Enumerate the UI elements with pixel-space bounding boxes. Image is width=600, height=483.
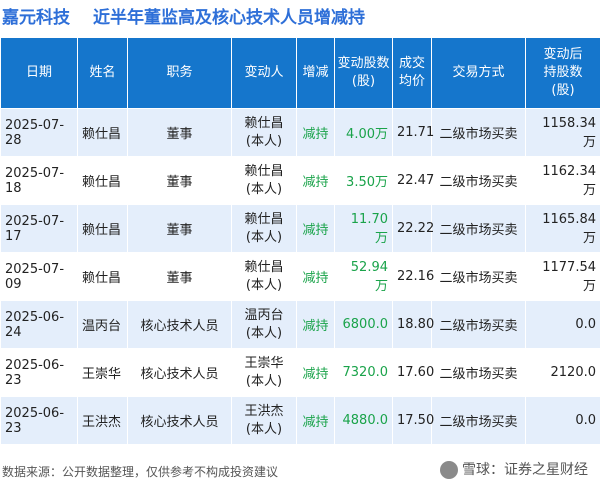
cell-price: 17.60	[392, 348, 434, 397]
insider-trading-table: 日期 姓名 职务 变动人 增减 变动股数 (股) 成交 均价 交易方式 变动后 持股数…	[0, 37, 600, 445]
cell-name: 赖仕昌	[77, 204, 128, 253]
cell-shares: 11.70万	[334, 204, 393, 253]
page-title: 嘉元科技 近半年董监高及核心技术人员增减持	[0, 0, 600, 36]
cell-method: 二级市场买卖	[431, 252, 526, 301]
cell-action: 减持	[296, 252, 335, 301]
cell-after-holdings: 0.0	[525, 300, 600, 349]
cell-changer: 王洪杰 (本人)	[231, 396, 297, 445]
snowball-icon	[440, 461, 458, 479]
cell-role: 董事	[127, 108, 232, 157]
cell-shares: 4.00万	[334, 108, 393, 157]
brand-text: 雪球：证券之星财经	[462, 462, 588, 478]
cell-action: 减持	[296, 396, 335, 445]
brand-logo: 雪球：证券之星财经	[440, 459, 588, 479]
cell-date: 2025-06-24	[0, 300, 78, 349]
cell-after-holdings: 1165.84万	[525, 204, 600, 253]
cell-name: 赖仕昌	[77, 156, 128, 205]
cell-changer: 赖仕昌 (本人)	[231, 108, 297, 157]
cell-name: 王洪杰	[77, 396, 128, 445]
cell-changer: 赖仕昌 (本人)	[231, 204, 297, 253]
cell-method: 二级市场买卖	[431, 204, 526, 253]
cell-changer: 王崇华 (本人)	[231, 348, 297, 397]
company-name: 嘉元科技	[2, 8, 70, 28]
cell-action: 减持	[296, 108, 335, 157]
cell-price: 18.80	[392, 300, 434, 349]
cell-price: 22.16	[392, 252, 434, 301]
cell-name: 赖仕昌	[77, 252, 128, 301]
data-source-note: 数据来源：公开数据整理，仅供参考不构成投资建议	[2, 465, 279, 479]
cell-after-holdings: 1162.34万	[525, 156, 600, 205]
cell-method: 二级市场买卖	[431, 348, 526, 397]
cell-date: 2025-07-17	[0, 204, 78, 253]
table-row: 2025-06-23 王洪杰 核心技术人员 王洪杰 (本人) 减持 4880.0 17.50 二…	[0, 396, 600, 445]
cell-price: 17.50	[392, 396, 434, 445]
cell-after-holdings: 1177.54万	[525, 252, 600, 301]
table-row: 2025-07-18 赖仕昌 董事 赖仕昌 (本人) 减持 3.50万 22.47 二级市场买卖…	[0, 156, 600, 205]
table-row: 2025-07-17 赖仕昌 董事 赖仕昌 (本人) 减持 11.70万 22.22 二级市场买…	[0, 204, 600, 253]
cell-price: 22.47	[392, 156, 434, 205]
cell-method: 二级市场买卖	[431, 156, 526, 205]
cell-changer: 赖仕昌 (本人)	[231, 252, 297, 301]
cell-name: 赖仕昌	[77, 108, 128, 157]
cell-role: 董事	[127, 204, 232, 253]
header-date: 日期	[0, 37, 78, 109]
cell-action: 减持	[296, 348, 335, 397]
table-row: 2025-06-23 王崇华 核心技术人员 王崇华 (本人) 减持 7320.0 17.60 二…	[0, 348, 600, 397]
cell-after-holdings: 1158.34万	[525, 108, 600, 157]
cell-action: 减持	[296, 156, 335, 205]
cell-shares: 7320.0	[334, 348, 393, 397]
header-after: 变动后 持股数 (股)	[525, 37, 600, 109]
cell-shares: 52.94万	[334, 252, 393, 301]
cell-role: 核心技术人员	[127, 396, 232, 445]
cell-method: 二级市场买卖	[431, 396, 526, 445]
header-changer: 变动人	[231, 37, 297, 109]
cell-changer: 温丙台 (本人)	[231, 300, 297, 349]
cell-after-holdings: 0.0	[525, 396, 600, 445]
cell-role: 核心技术人员	[127, 300, 232, 349]
header-action: 增减	[296, 37, 335, 109]
cell-after-holdings: 2120.0	[525, 348, 600, 397]
cell-date: 2025-07-18	[0, 156, 78, 205]
cell-shares: 6800.0	[334, 300, 393, 349]
header-price: 成交 均价	[392, 37, 432, 109]
header-name: 姓名	[77, 37, 128, 109]
cell-shares: 4880.0	[334, 396, 393, 445]
cell-changer: 赖仕昌 (本人)	[231, 156, 297, 205]
cell-name: 温丙台	[77, 300, 128, 349]
cell-role: 董事	[127, 156, 232, 205]
cell-date: 2025-06-23	[0, 396, 78, 445]
cell-date: 2025-07-28	[0, 108, 78, 157]
cell-date: 2025-07-09	[0, 252, 78, 301]
cell-action: 减持	[296, 300, 335, 349]
table-row: 2025-06-24 温丙台 核心技术人员 温丙台 (本人) 减持 6800.0 18.80 二…	[0, 300, 600, 349]
header-method: 交易方式	[431, 37, 526, 109]
table-row: 2025-07-28 赖仕昌 董事 赖仕昌 (本人) 减持 4.00万 21.71 二级市场买卖…	[0, 108, 600, 157]
cell-date: 2025-06-23	[0, 348, 78, 397]
table-header-row: 日期 姓名 职务 变动人 增减 变动股数 (股) 成交 均价 交易方式 变动后 持股数…	[0, 37, 600, 109]
cell-role: 核心技术人员	[127, 348, 232, 397]
cell-shares: 3.50万	[334, 156, 393, 205]
cell-method: 二级市场买卖	[431, 108, 526, 157]
cell-method: 二级市场买卖	[431, 300, 526, 349]
cell-price: 21.71	[392, 108, 434, 157]
cell-price: 22.22	[392, 204, 434, 253]
header-role: 职务	[127, 37, 232, 109]
header-shares: 变动股数 (股)	[334, 37, 393, 109]
cell-name: 王崇华	[77, 348, 128, 397]
cell-action: 减持	[296, 204, 335, 253]
title-text: 近半年董监高及核心技术人员增减持	[93, 8, 365, 28]
cell-role: 董事	[127, 252, 232, 301]
table-row: 2025-07-09 赖仕昌 董事 赖仕昌 (本人) 减持 52.94万 22.16 二级市场买…	[0, 252, 600, 301]
